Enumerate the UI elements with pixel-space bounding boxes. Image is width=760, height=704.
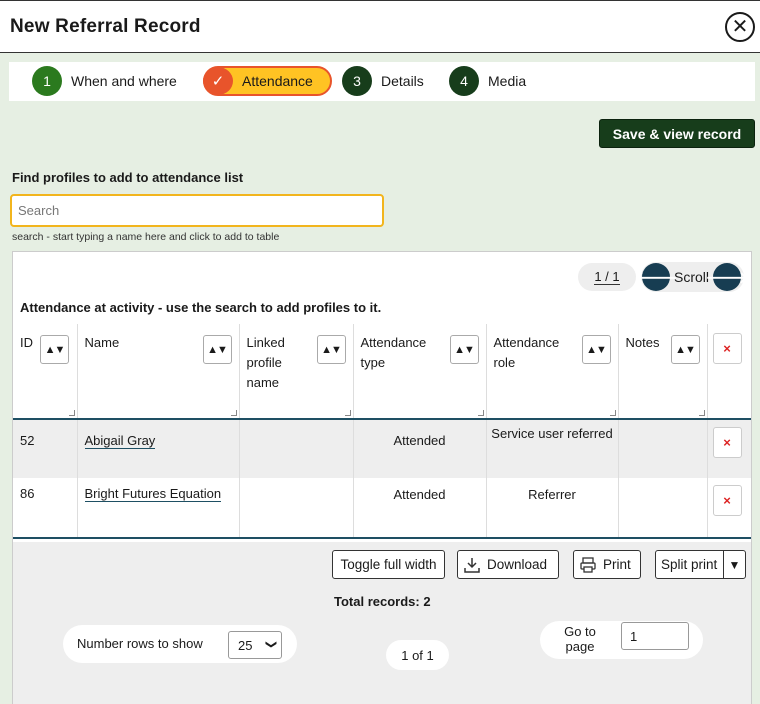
dialog-header: New Referral Record ✕ [0, 0, 760, 53]
split-print-label: Split print [661, 557, 718, 572]
download-icon [464, 557, 480, 573]
scroll-right-button[interactable]: 🡒 [706, 263, 748, 291]
rows-to-show-select[interactable]: 25 ❯ [228, 631, 282, 659]
save-view-record-button[interactable]: Save & view record [599, 119, 755, 148]
step-label: When and where [71, 73, 177, 89]
dialog-title: New Referral Record [10, 16, 201, 37]
table-row: 52 Abigail Gray Attended Service user re… [13, 419, 751, 478]
step-number: 4 [449, 66, 479, 96]
column-header-notes: Notes ▲▼ [618, 324, 708, 419]
attendance-panel: 1 / 1 🡐 Scroll 🡒 Attendance at activity … [12, 251, 752, 704]
rows-to-show-label: Number rows to show [77, 636, 203, 651]
cell-attendance-role: Referrer [486, 478, 619, 538]
search-label: Find profiles to add to attendance list [12, 170, 244, 185]
step-label: Details [381, 73, 424, 89]
cell-linked-profile [239, 419, 354, 478]
step-attendance[interactable]: ✓ Attendance [203, 66, 332, 96]
column-header-delete: × [707, 324, 751, 419]
resize-handle[interactable] [68, 410, 75, 416]
resize-handle[interactable] [609, 410, 616, 416]
arrow-right-icon: 🡒 [705, 269, 749, 287]
cell-attendance-type: Attended [353, 419, 487, 478]
profile-link[interactable]: Bright Futures Equation [84, 486, 222, 502]
step-label: Attendance [242, 73, 313, 89]
resize-handle[interactable] [698, 410, 705, 416]
download-label: Download [487, 557, 548, 572]
step-details[interactable]: 3 Details [342, 66, 424, 96]
cell-id: 86 [13, 478, 78, 538]
cell-name: Bright Futures Equation [77, 478, 240, 538]
page-indicator[interactable]: 1 / 1 [578, 263, 636, 291]
cell-id: 52 [13, 419, 78, 478]
stepper: 1 When and where ✓ Attendance 3 Details … [9, 62, 755, 101]
split-print-button[interactable]: Split print ▼ [655, 550, 746, 579]
print-button[interactable]: Print [573, 550, 641, 579]
go-to-page-label: Go to page [564, 624, 596, 654]
close-button[interactable]: ✕ [725, 12, 755, 42]
sort-button[interactable]: ▲▼ [449, 335, 479, 364]
delete-all-button[interactable]: × [712, 333, 742, 364]
sort-button[interactable]: ▲▼ [40, 335, 69, 364]
column-header-linked-profile: Linked profile name ▲▼ [239, 324, 354, 419]
cell-notes [618, 419, 708, 478]
cell-delete: × [707, 478, 751, 538]
caret-down-icon[interactable]: ▼ [723, 551, 745, 578]
page-info: 1 of 1 [386, 640, 449, 670]
resize-handle[interactable] [230, 410, 237, 416]
sort-button[interactable]: ▲▼ [581, 335, 611, 364]
printer-icon [580, 556, 596, 573]
print-label: Print [603, 557, 631, 572]
scroll-left-button[interactable]: 🡐 [635, 263, 677, 291]
cell-notes [618, 478, 708, 538]
delete-row-button[interactable]: × [712, 427, 742, 458]
total-records: Total records: 2 [334, 594, 431, 609]
sort-button[interactable]: ▲▼ [670, 335, 700, 364]
profile-link[interactable]: Abigail Gray [84, 433, 156, 449]
resize-handle[interactable] [477, 410, 484, 416]
sort-button[interactable]: ▲▼ [202, 335, 232, 364]
table-footer: Toggle full width Download Print Split p… [13, 542, 751, 704]
sort-button[interactable]: ▲▼ [316, 335, 346, 364]
table-caption: Attendance at activity - use the search … [20, 300, 382, 315]
step-when-and-where[interactable]: 1 When and where [32, 66, 177, 96]
check-icon: ✓ [203, 67, 233, 95]
resize-handle[interactable] [344, 410, 351, 416]
rows-to-show: Number rows to show 25 ❯ [63, 625, 297, 663]
attendance-table: ID ▲▼ Name ▲▼ Linked profile name ▲▼ Att… [13, 324, 751, 539]
download-button[interactable]: Download [457, 550, 559, 579]
go-to-page: Go to page 1 [540, 621, 703, 659]
cell-name: Abigail Gray [77, 419, 240, 478]
search-hint: search - start typing a name here and cl… [12, 231, 280, 243]
delete-row-button[interactable]: × [712, 485, 742, 516]
step-label: Media [488, 73, 527, 89]
toggle-full-width-button[interactable]: Toggle full width [332, 550, 445, 579]
delete-icon: × [723, 434, 731, 450]
cell-attendance-role: Service user referred [486, 419, 619, 478]
scroll-control: 🡐 Scroll 🡒 [635, 262, 748, 292]
search-input[interactable] [10, 194, 384, 227]
step-media[interactable]: 4 Media [449, 66, 526, 96]
chevron-down-icon: ❯ [264, 639, 277, 650]
go-to-page-input[interactable]: 1 [621, 622, 689, 650]
column-header-attendance-type: Attendance type ▲▼ [353, 324, 487, 419]
column-header-attendance-role: Attendance role ▲▼ [486, 324, 619, 419]
step-number: 3 [342, 66, 372, 96]
delete-icon: × [723, 340, 731, 356]
column-header-name: Name ▲▼ [77, 324, 240, 419]
close-icon: ✕ [731, 16, 749, 38]
delete-icon: × [723, 492, 731, 508]
scroll-label: Scroll [674, 269, 710, 285]
cell-linked-profile [239, 478, 354, 538]
cell-delete: × [707, 419, 751, 478]
column-header-id: ID ▲▼ [13, 324, 78, 419]
arrow-left-icon: 🡐 [634, 269, 678, 287]
table-row: 86 Bright Futures Equation Attended Refe… [13, 478, 751, 538]
cell-attendance-type: Attended [353, 478, 487, 538]
step-number: 1 [32, 66, 62, 96]
